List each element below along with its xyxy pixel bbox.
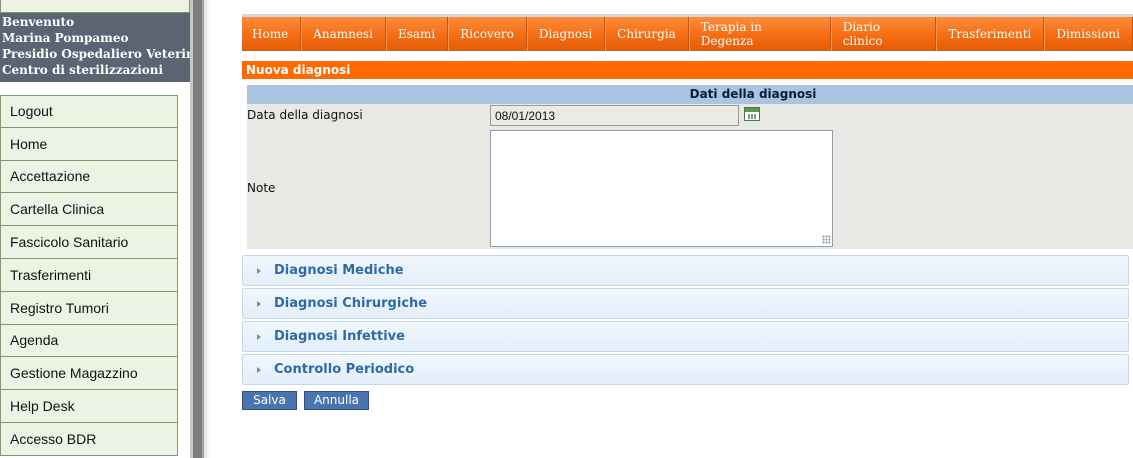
chevron-right-icon (257, 300, 261, 307)
accordion-label: Diagnosi Mediche (274, 263, 404, 278)
accordion-controllo-periodico[interactable]: Controllo Periodico (242, 354, 1129, 385)
cancel-button[interactable]: Annulla (304, 391, 369, 410)
sidebar-item-cartella-clinica[interactable]: Cartella Clinica (0, 193, 178, 227)
sidebar-item-fascicolo-sanitario[interactable]: Fascicolo Sanitario (0, 226, 178, 259)
sidebar-item-registro-tumori[interactable]: Registro Tumori (0, 291, 178, 325)
sidebar-item-agenda[interactable]: Agenda (0, 324, 178, 358)
welcome-user: Marina Pompameo (2, 31, 129, 45)
sidebar-item-home[interactable]: Home (0, 127, 178, 161)
tab-trasferimenti[interactable]: Trasferimenti (936, 17, 1045, 51)
welcome-panel: Benvenuto Marina Pompameo Presidio Osped… (0, 13, 190, 82)
welcome-facility: Presidio Ospedaliero Veterinario (2, 47, 190, 61)
tab-dimissioni[interactable]: Dimissioni (1044, 17, 1133, 51)
accordion-diagnosi-mediche[interactable]: Diagnosi Mediche (242, 255, 1129, 286)
sidebar-item-accettazione[interactable]: Accettazione (0, 160, 178, 194)
sidebar-item-accesso-bdr[interactable]: Accesso BDR (0, 422, 178, 456)
accordion-diagnosi-chirurgiche[interactable]: Diagnosi Chirurgiche (242, 288, 1129, 319)
calendar-icon[interactable] (744, 107, 760, 121)
welcome-unit: Centro di sterilizzazioni (2, 63, 164, 77)
top-navigation: Home Anamnesi Esami Ricovero Diagnosi Ch… (242, 14, 1133, 51)
note-field[interactable] (490, 130, 833, 247)
tab-ricovero[interactable]: Ricovero (448, 17, 527, 51)
note-label: Note (247, 181, 276, 195)
sidebar-splitter[interactable] (190, 0, 210, 458)
accordion-label: Diagnosi Infettive (274, 329, 405, 344)
date-label: Data della diagnosi (247, 108, 363, 122)
sidebar-item-gestione-magazzino[interactable]: Gestione Magazzino (0, 357, 178, 391)
tab-esami[interactable]: Esami (386, 17, 449, 51)
sidebar-item-logout[interactable]: Logout (0, 95, 178, 128)
tab-chirurgia[interactable]: Chirurgia (605, 17, 689, 51)
sidebar-top-stub (0, 0, 190, 13)
form-header: Dati della diagnosi (247, 85, 1133, 104)
tab-diagnosi[interactable]: Diagnosi (527, 17, 606, 51)
tab-home[interactable]: Home (242, 17, 302, 51)
chevron-right-icon (257, 366, 261, 373)
accordion-label: Controllo Periodico (274, 362, 415, 377)
page-title: Nuova diagnosi (242, 61, 1133, 79)
sidebar-item-help-desk[interactable]: Help Desk (0, 390, 178, 423)
resize-grip-icon[interactable] (822, 235, 831, 244)
save-button[interactable]: Salva (242, 391, 297, 410)
tab-diario-clinico[interactable]: Diario clinico (831, 17, 937, 51)
tab-anamnesi[interactable]: Anamnesi (301, 17, 386, 51)
sidebar-menu: Logout Home Accettazione Cartella Clinic… (0, 95, 178, 456)
chevron-right-icon (257, 333, 261, 340)
diagnosis-accordion: Diagnosi Mediche Diagnosi Chirurgiche Di… (242, 255, 1129, 387)
accordion-diagnosi-infettive[interactable]: Diagnosi Infettive (242, 321, 1129, 352)
accordion-label: Diagnosi Chirurgiche (274, 296, 428, 311)
diagnosis-form: Dati della diagnosi Data della diagnosi … (247, 85, 1133, 249)
chevron-right-icon (257, 267, 261, 274)
sidebar: Benvenuto Marina Pompameo Presidio Osped… (0, 0, 190, 458)
tab-terapia-in-degenza[interactable]: Terapia in Degenza (689, 17, 831, 51)
welcome-greeting: Benvenuto (2, 15, 75, 29)
sidebar-item-trasferimenti[interactable]: Trasferimenti (0, 258, 178, 292)
date-field[interactable] (490, 105, 739, 126)
